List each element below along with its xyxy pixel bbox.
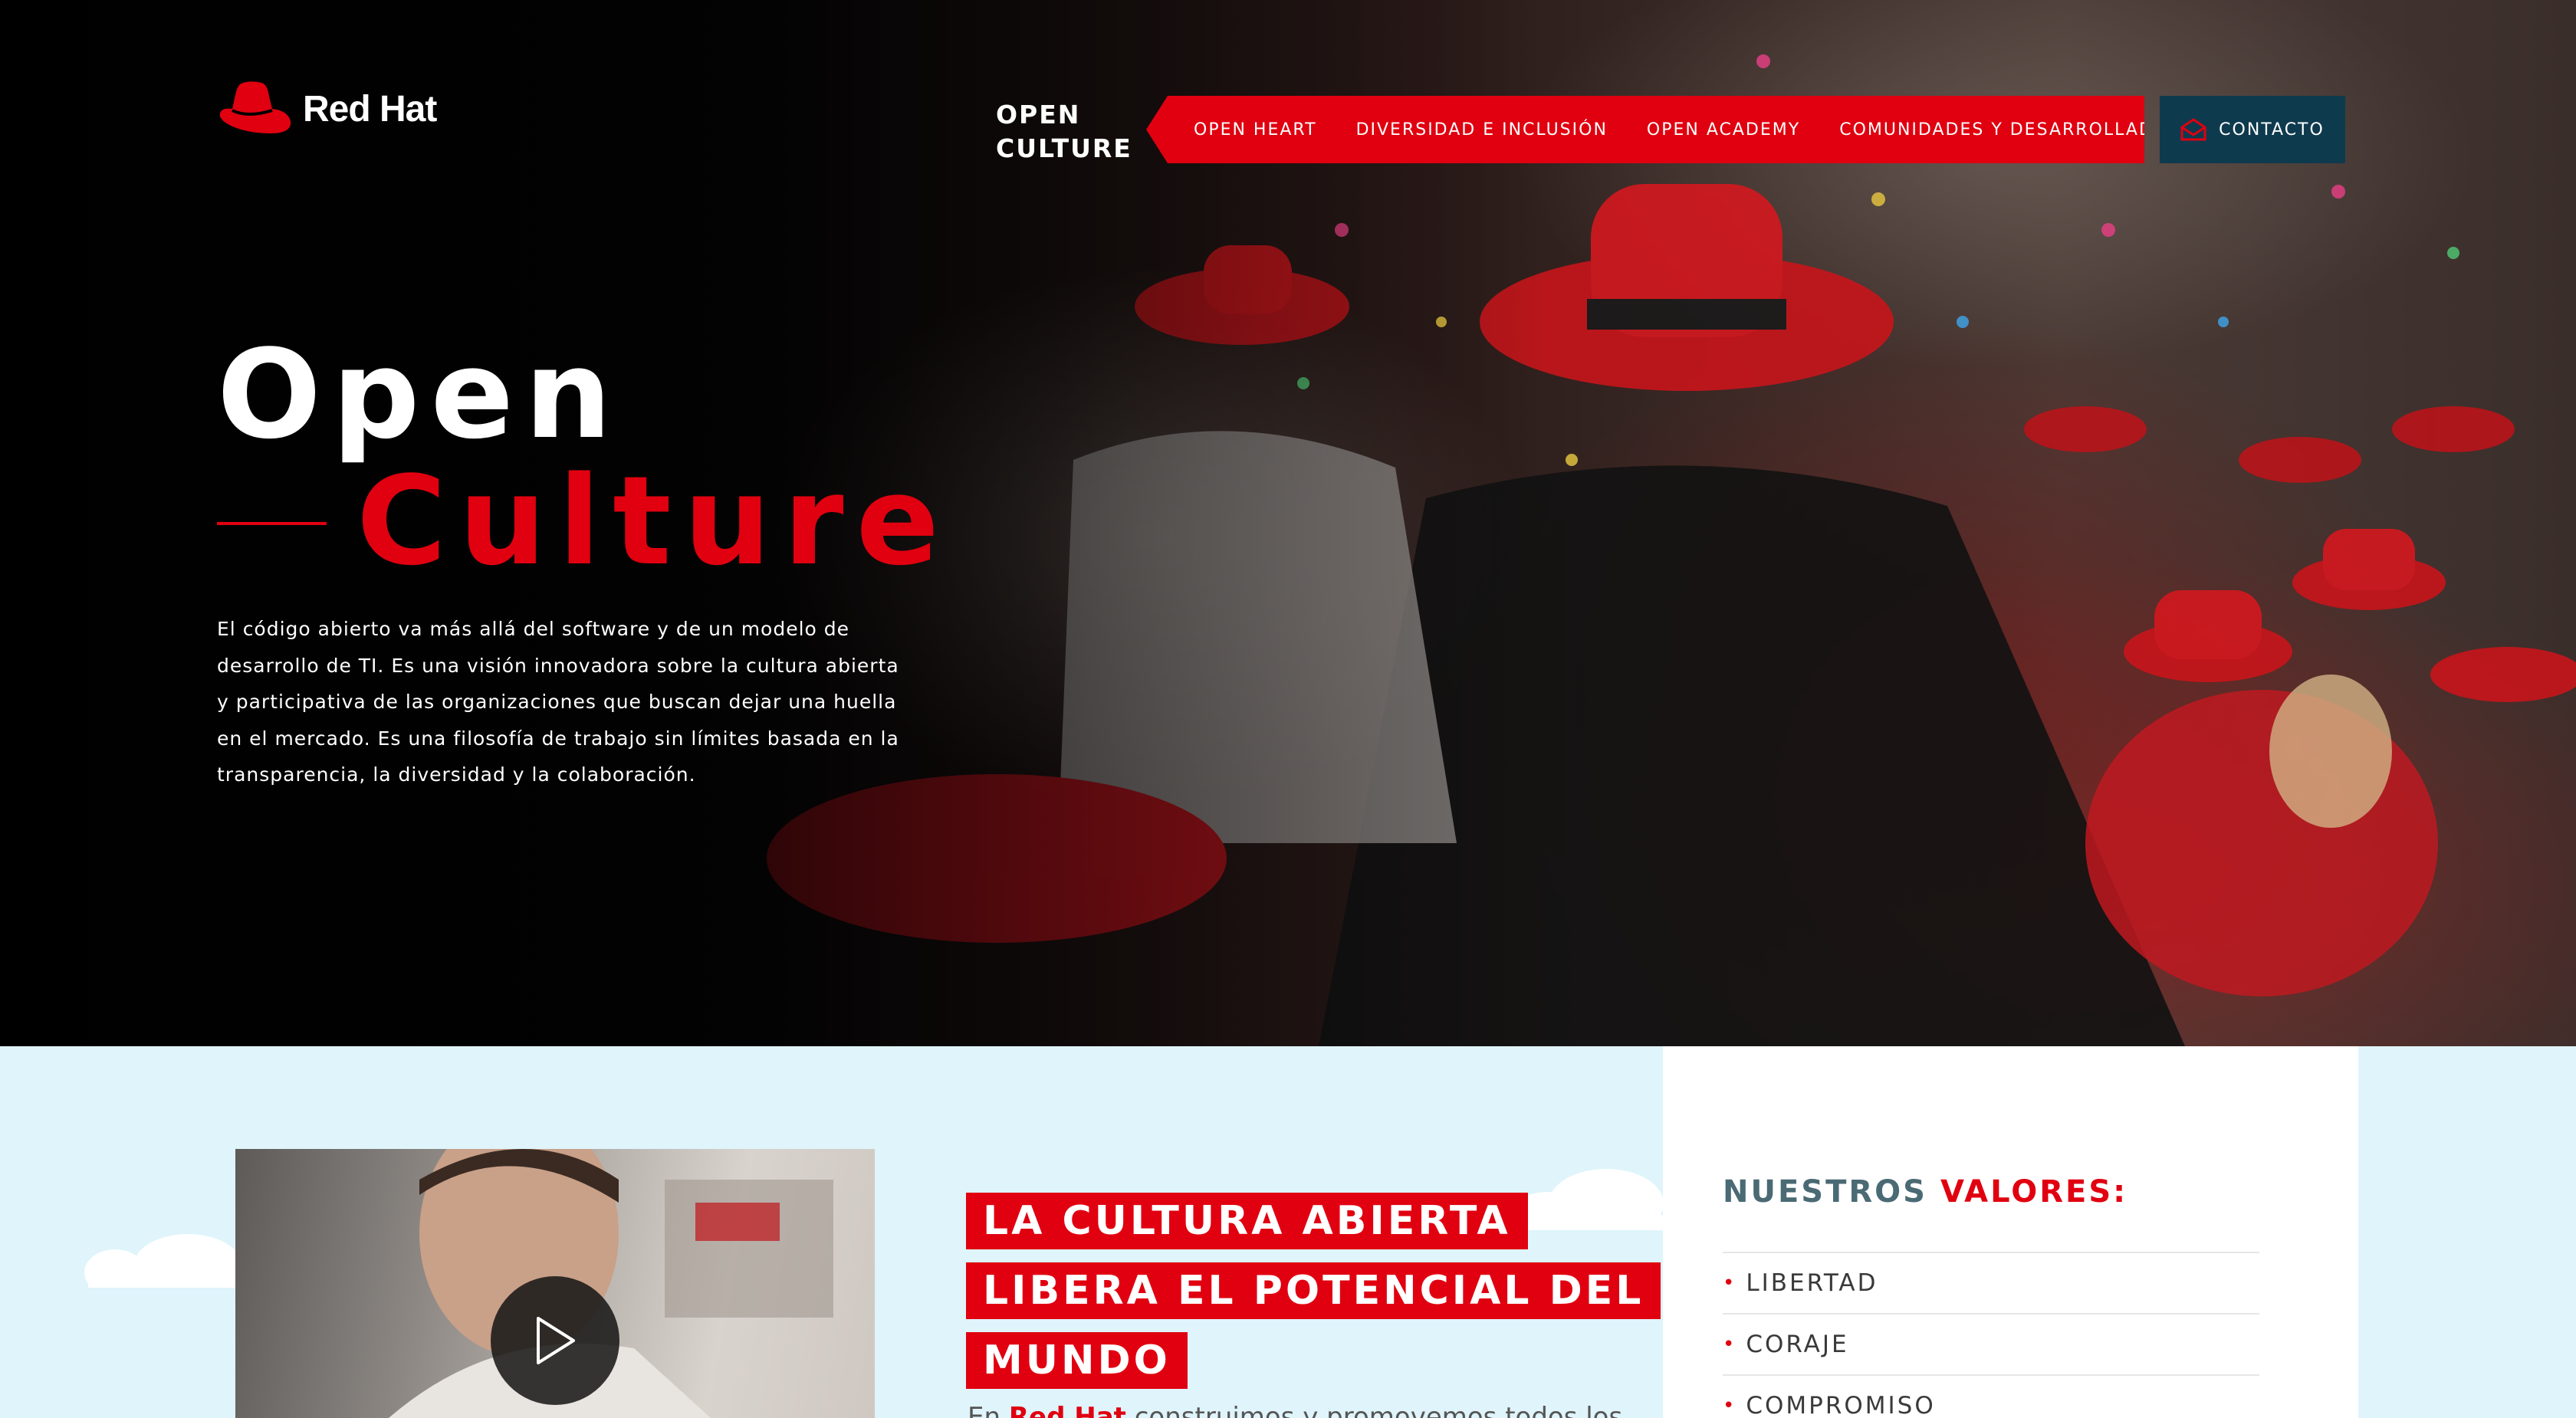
nav-item-diversidad[interactable]: DIVERSIDAD E INCLUSIÓN [1356,120,1608,140]
play-icon [537,1317,575,1364]
body-rest: construimos y promovemos todos los [1134,1402,1623,1418]
values-item-compromiso[interactable]: • COMPROMISO [1723,1374,2259,1418]
values-item-label: LIBERTAD [1746,1269,1878,1297]
headline-line-3: MUNDO [966,1332,1188,1389]
bullet-icon: • [1723,1333,1737,1356]
values-title-part1: NUESTROS [1723,1174,1927,1210]
nav-item-open-academy[interactable]: OPEN ACADEMY [1647,120,1800,140]
contact-label: CONTACTO [2219,120,2325,140]
hero-description: El código abierto va más allá del softwa… [217,618,899,786]
logo-text: Red Hat [303,88,437,130]
body-brand: Red Hat [1008,1402,1126,1418]
section-label-line2: CULTURE [996,133,1132,163]
bullet-icon: • [1723,1394,1737,1417]
values-item-libertad[interactable]: • LIBERTAD [1723,1252,2259,1313]
values-list: • LIBERTAD • CORAJE • COMPROMISO [1723,1252,2259,1418]
values-title: NUESTROS VALORES: [1723,1174,2128,1210]
title-divider [217,522,327,525]
section-label[interactable]: OPEN CULTURE [996,98,1149,166]
nav-item-open-heart[interactable]: OPEN HEART [1194,120,1317,140]
main-nav: OPEN HEART DIVERSIDAD E INCLUSIÓN OPEN A… [1146,96,2144,163]
cloud-decoration-left [84,1234,242,1288]
headline-line-2: LIBERA EL POTENCIAL DEL [966,1262,1661,1319]
redhat-hat-icon [219,81,291,133]
body-text: En Red Hat construimos y promovemos todo… [968,1398,1627,1418]
hero-title-culture: Culture [356,449,951,592]
values-title-part2: VALORES: [1940,1174,2128,1210]
values-item-label: CORAJE [1746,1331,1849,1358]
headline: LA CULTURA ABIERTA LIBERA EL POTENCIAL D… [966,1193,1661,1402]
play-button[interactable] [491,1276,619,1405]
hero-section: Red Hat OPEN CULTURE OPEN HEART DIVERSID… [0,0,2576,1046]
headline-line-1: LA CULTURA ABIERTA [966,1193,1528,1249]
values-item-coraje[interactable]: • CORAJE [1723,1313,2259,1374]
contact-button[interactable]: CONTACTO [2160,96,2345,163]
hero-title-open: Open [217,323,623,466]
contact-icon [2180,118,2206,141]
values-item-label: COMPROMISO [1746,1392,1936,1418]
redhat-logo[interactable]: Red Hat [217,80,437,138]
bullet-icon: • [1723,1272,1737,1295]
body-prefix: En [968,1402,1001,1418]
section-label-line1: OPEN [996,100,1081,130]
